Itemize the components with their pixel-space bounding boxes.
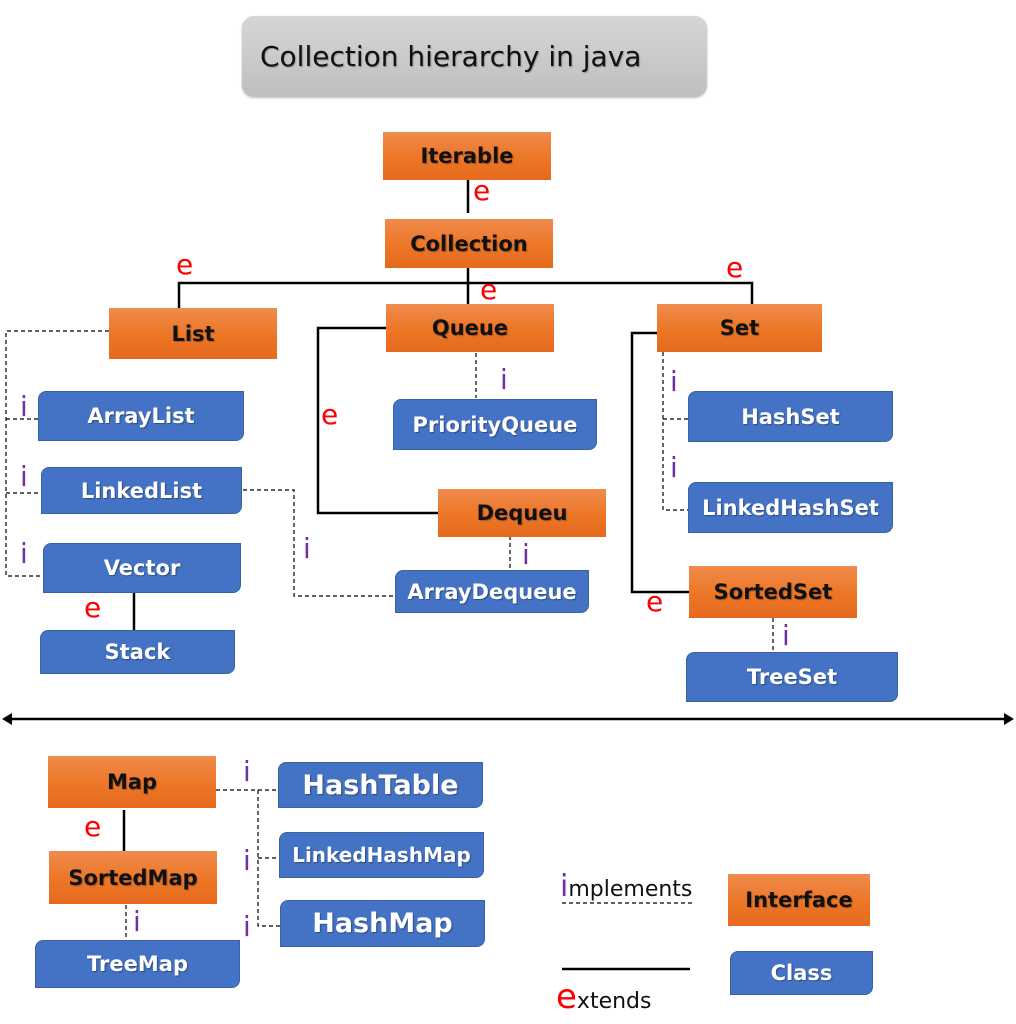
section-divider-arrow	[2, 713, 1014, 725]
legend-implements-rest: mplements	[568, 877, 693, 902]
node-vector: Vector	[43, 543, 241, 593]
marker-implements-treeset: i	[782, 619, 790, 652]
node-arraydequeue: ArrayDequeue	[395, 570, 589, 613]
node-treeset: TreeSet	[686, 652, 898, 702]
node-hashtable: HashTable	[278, 762, 483, 808]
node-linkedlist: LinkedList	[41, 467, 242, 514]
edge-sortedset-set	[630, 331, 690, 594]
marker-implements-hashtable: i	[243, 755, 251, 788]
marker-implements-linkedlist-dequeu: i	[303, 532, 311, 565]
marker-implements-arraylist: i	[20, 390, 28, 423]
legend-extends-initial: e	[556, 977, 577, 1017]
marker-extends-sortedmap: e	[84, 810, 102, 843]
marker-implements-hashmap: i	[243, 910, 251, 943]
legend-implements-label: implements	[560, 872, 692, 902]
marker-implements-hashset: i	[670, 365, 678, 398]
legend-extends-label: extends	[556, 980, 651, 1014]
marker-implements-priorityqueue: i	[500, 363, 508, 396]
node-sortedmap: SortedMap	[49, 851, 217, 904]
node-priorityqueue: PriorityQueue	[393, 399, 597, 450]
node-queue: Queue	[386, 304, 554, 352]
legend-interface: Interface	[728, 874, 870, 926]
legend-class: Class	[730, 951, 873, 995]
node-linkedhashset: LinkedHashSet	[688, 482, 893, 533]
node-hashset: HashSet	[688, 391, 893, 442]
node-hashmap: HashMap	[280, 900, 485, 947]
diagram-title: Collection hierarchy in java	[242, 16, 707, 97]
marker-implements-arraydequeue: i	[522, 538, 530, 571]
node-sortedset: SortedSet	[689, 566, 857, 618]
marker-implements-linkedhashmap: i	[243, 844, 251, 877]
marker-extends-sortedset: e	[646, 585, 664, 618]
marker-extends-iterable-collection: e	[473, 174, 491, 207]
marker-implements-treemap: i	[133, 905, 141, 938]
node-arraylist: ArrayList	[38, 391, 244, 441]
node-dequeu: Dequeu	[438, 489, 606, 537]
marker-extends-list: e	[176, 248, 194, 281]
marker-implements-linkedhashset: i	[670, 451, 678, 484]
marker-extends-queue: e	[480, 273, 498, 306]
node-treemap: TreeMap	[35, 940, 240, 988]
node-list: List	[109, 308, 277, 359]
node-set: Set	[657, 304, 822, 352]
node-iterable: Iterable	[383, 132, 551, 180]
node-collection: Collection	[385, 219, 553, 268]
node-linkedhashmap: LinkedHashMap	[279, 832, 484, 878]
node-stack: Stack	[40, 630, 235, 674]
legend-extends-rest: xtends	[576, 989, 652, 1014]
marker-extends-set: e	[726, 251, 744, 284]
marker-implements-linkedlist: i	[20, 460, 28, 493]
node-map: Map	[48, 756, 216, 808]
marker-extends-dequeu: e	[321, 398, 339, 431]
marker-extends-stack: e	[84, 591, 102, 624]
marker-implements-vector: i	[20, 537, 28, 570]
